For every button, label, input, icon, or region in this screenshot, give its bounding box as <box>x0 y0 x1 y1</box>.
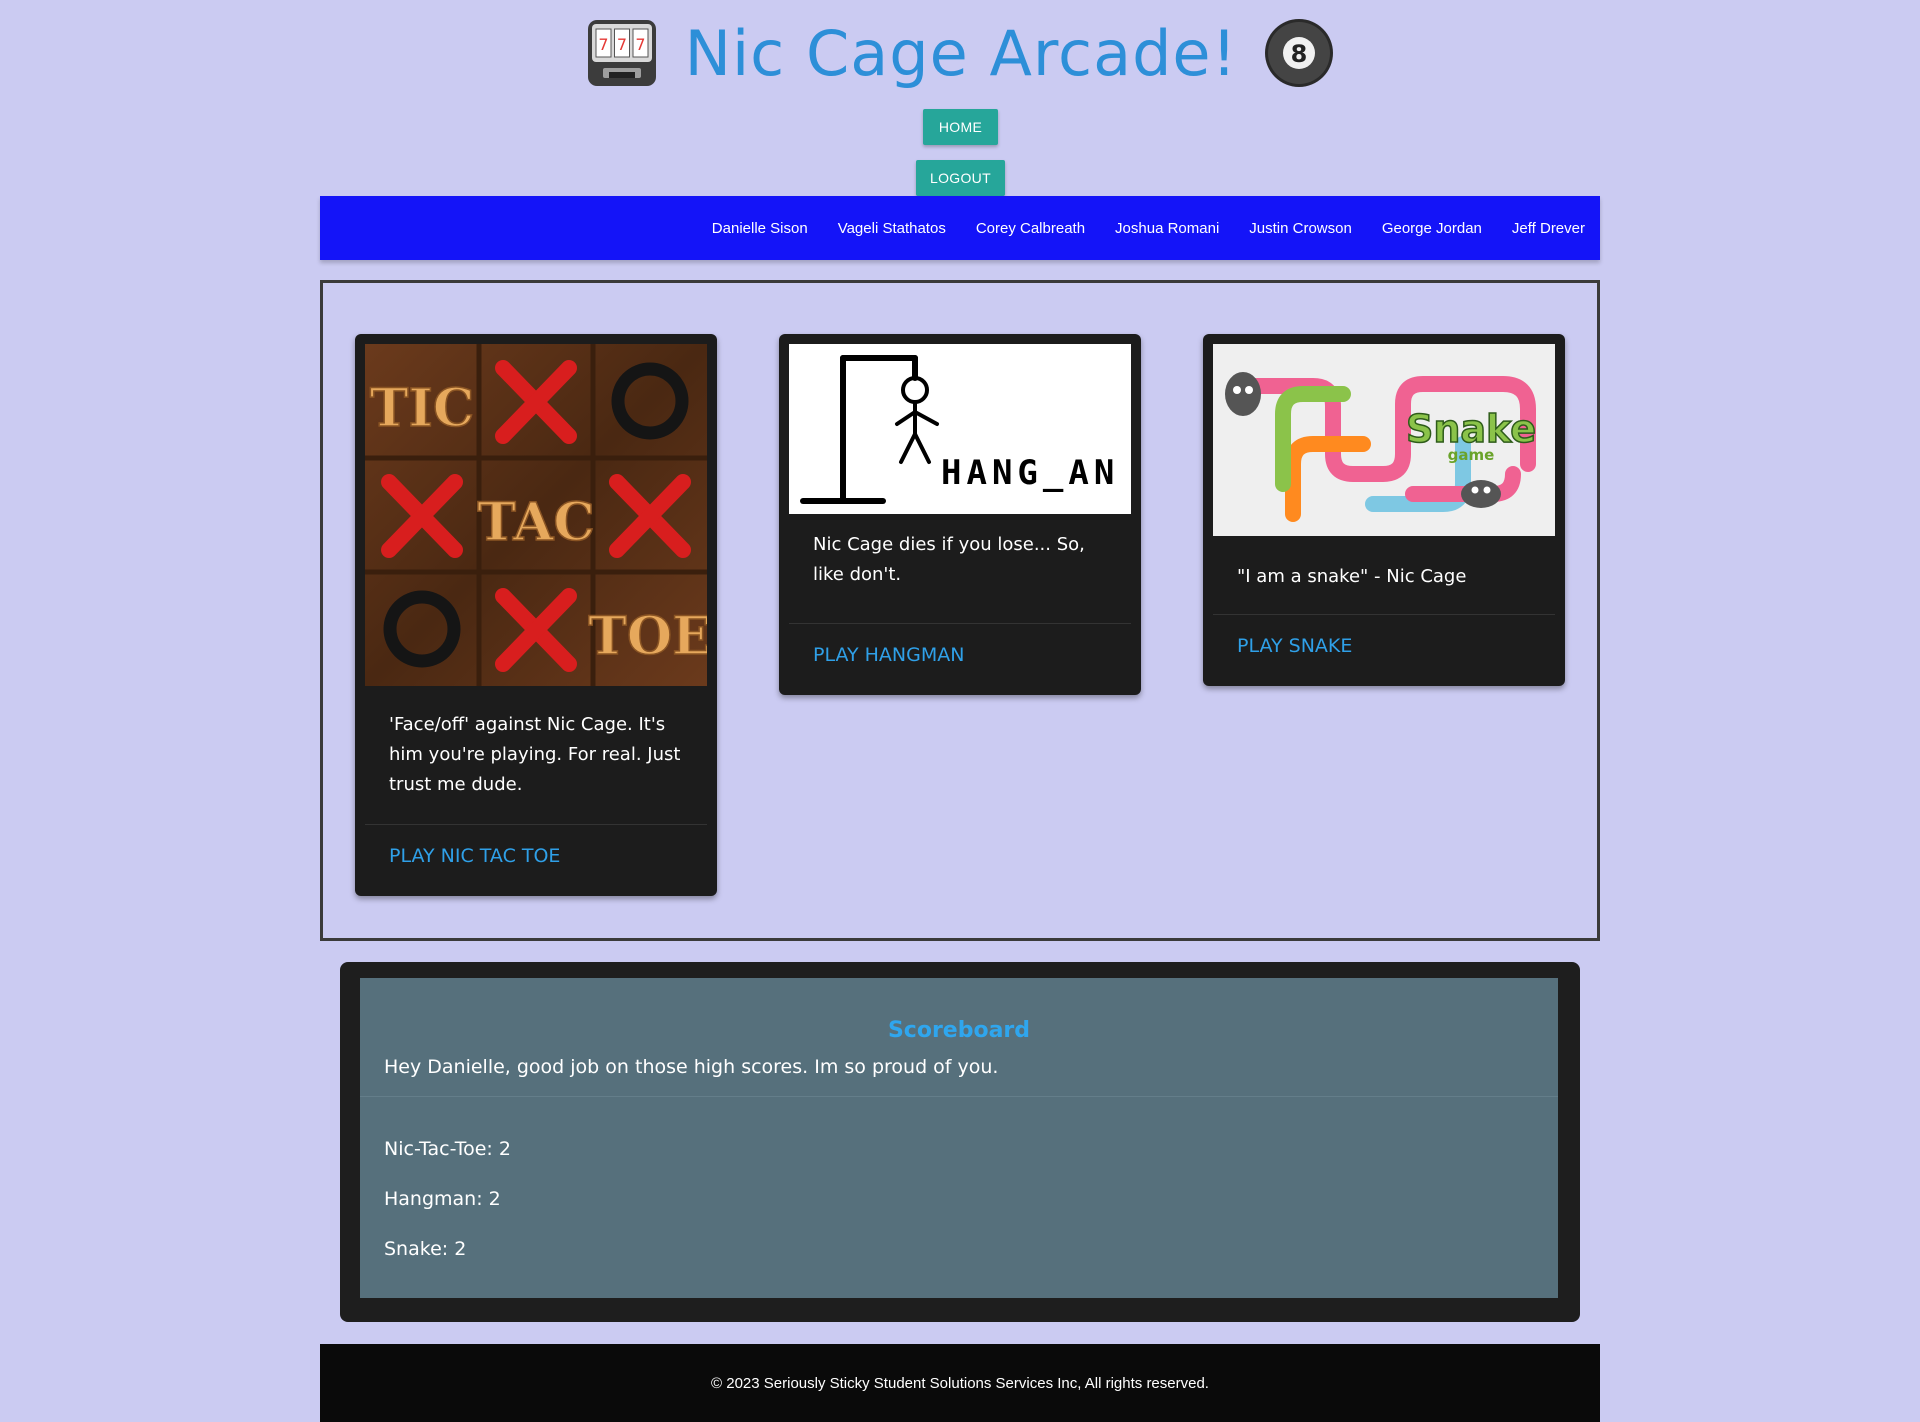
game-description: "I am a snake" - Nic Cage <box>1237 566 1467 587</box>
card-divider <box>789 623 1131 624</box>
site-footer: © 2023 Seriously Sticky Student Solution… <box>320 1344 1600 1422</box>
game-description: 'Face/off' against Nic Cage. It's him yo… <box>389 714 681 795</box>
scoreboard-divider <box>360 1096 1558 1097</box>
nav-item-corey-calbreath[interactable]: Corey Calbreath <box>976 220 1085 237</box>
score-hangman: Hangman: 2 <box>384 1188 501 1210</box>
snake-image[interactable]: Snake game <box>1213 344 1555 536</box>
site-header: 7 7 7 Nic Cage Arcade! 8 <box>0 8 1920 98</box>
nav-item-justin-crowson[interactable]: Justin Crowson <box>1249 220 1352 237</box>
8-ball-icon: 8 <box>1265 19 1334 87</box>
snake-logo-subtext: game <box>1448 446 1495 464</box>
play-snake-link[interactable]: PLAY SNAKE <box>1237 635 1352 657</box>
score-snake: Snake: 2 <box>384 1238 467 1260</box>
game-card-hangman: HANG_AN Nic Cage dies if you lose... So,… <box>779 334 1141 695</box>
card-divider <box>365 824 707 825</box>
snake-logo-text: Snake <box>1406 407 1536 451</box>
game-card-tic-tac-toe: TIC TAC TOE 'Face/off' against Nic Cage.… <box>355 334 717 896</box>
svg-text:7: 7 <box>598 35 608 54</box>
nav-item-danielle-sison[interactable]: Danielle Sison <box>712 220 808 237</box>
team-navbar: Danielle Sison Vageli Stathatos Corey Ca… <box>320 196 1600 260</box>
game-description: Nic Cage dies if you lose... So, like do… <box>813 534 1085 585</box>
scoreboard-title: Scoreboard <box>887 1018 1031 1043</box>
toe-label: TOE <box>588 606 707 667</box>
page-title: Nic Cage Arcade! <box>684 16 1238 90</box>
logout-button[interactable]: LOGOUT <box>916 160 1005 196</box>
play-hangman-link[interactable]: PLAY HANGMAN <box>813 644 964 666</box>
home-button[interactable]: HOME <box>923 109 998 145</box>
game-card-snake: Snake game "I am a snake" - Nic Cage PLA… <box>1203 334 1565 686</box>
nav-item-joshua-romani[interactable]: Joshua Romani <box>1115 220 1219 237</box>
play-nic-tac-toe-link[interactable]: PLAY NIC TAC TOE <box>389 845 560 867</box>
nav-item-jeff-drever[interactable]: Jeff Drever <box>1512 220 1585 237</box>
hangman-word: HANG_AN <box>941 453 1119 493</box>
card-divider <box>1213 614 1555 615</box>
nav-item-george-jordan[interactable]: George Jordan <box>1382 220 1482 237</box>
scoreboard-panel: Scoreboard Hey Danielle, good job on tho… <box>360 978 1558 1298</box>
svg-text:7: 7 <box>616 35 626 54</box>
copyright-text: © 2023 Seriously Sticky Student Solution… <box>711 1374 1209 1392</box>
tic-tac-toe-image[interactable]: TIC TAC TOE <box>365 344 707 686</box>
svg-text:8: 8 <box>1291 40 1308 68</box>
score-nic-tac-toe: Nic-Tac-Toe: 2 <box>384 1138 511 1160</box>
scoreboard-message: Hey Danielle, good job on those high sco… <box>384 1056 999 1078</box>
tic-label: TIC <box>370 378 474 439</box>
scoreboard-card: Scoreboard Hey Danielle, good job on tho… <box>340 962 1580 1322</box>
svg-text:7: 7 <box>635 35 645 54</box>
tac-label: TAC <box>477 492 595 553</box>
nav-item-vageli-stathatos[interactable]: Vageli Stathatos <box>838 220 946 237</box>
hangman-image[interactable]: HANG_AN <box>789 344 1131 514</box>
slot-machine-icon: 7 7 7 <box>587 20 656 86</box>
